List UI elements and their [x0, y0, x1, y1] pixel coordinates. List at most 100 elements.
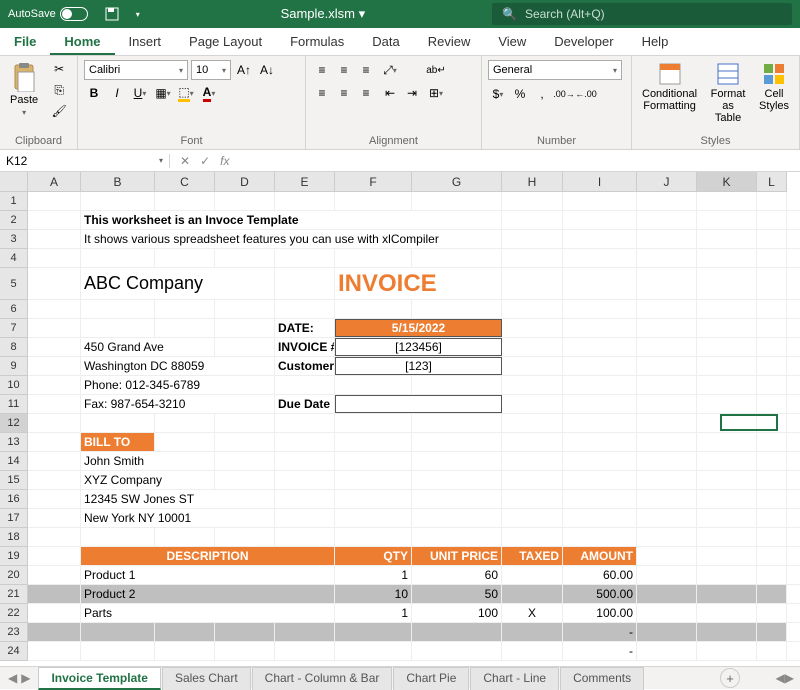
- comma-button[interactable]: ,: [532, 84, 552, 104]
- increase-indent-button[interactable]: ⇥: [402, 83, 422, 103]
- cell-I7[interactable]: [563, 319, 637, 337]
- sheet-tab-2[interactable]: Chart - Column & Bar: [252, 667, 393, 690]
- qat-chevron-icon[interactable]: ▾: [128, 4, 148, 24]
- cell-H17[interactable]: [502, 509, 563, 527]
- align-top-button[interactable]: ≡: [312, 60, 332, 80]
- cell-A14[interactable]: [28, 452, 81, 470]
- row-header-2[interactable]: 2: [0, 211, 28, 230]
- cell-I16[interactable]: [563, 490, 637, 508]
- row-header-12[interactable]: 12: [0, 414, 28, 433]
- cell-J21[interactable]: [637, 585, 697, 603]
- cell-G15[interactable]: [412, 471, 502, 489]
- row-header-17[interactable]: 17: [0, 509, 28, 528]
- decrease-decimal-button[interactable]: ←.00: [576, 84, 596, 104]
- cell-K3[interactable]: [697, 230, 757, 248]
- cell-H10[interactable]: [502, 376, 563, 394]
- cell-E10[interactable]: [275, 376, 335, 394]
- tab-page-layout[interactable]: Page Layout: [175, 28, 276, 55]
- cell-B2[interactable]: This worksheet is an Invoce Template: [81, 211, 502, 229]
- align-center-button[interactable]: ≡: [334, 83, 354, 103]
- cell-L3[interactable]: [757, 230, 787, 248]
- cell-C4[interactable]: [155, 249, 215, 267]
- borders-button[interactable]: ▦▾: [153, 83, 173, 103]
- cell-D6[interactable]: [215, 300, 275, 318]
- cell-B13[interactable]: BILL TO: [81, 433, 155, 451]
- cell-I13[interactable]: [563, 433, 637, 451]
- cell-A10[interactable]: [28, 376, 81, 394]
- cell-B22[interactable]: Parts: [81, 604, 335, 622]
- cell-J19[interactable]: [637, 547, 697, 565]
- row-header-21[interactable]: 21: [0, 585, 28, 604]
- search-input[interactable]: 🔍 Search (Alt+Q): [492, 3, 792, 25]
- col-header-J[interactable]: J: [637, 172, 697, 192]
- cell-L15[interactable]: [757, 471, 787, 489]
- cell-styles-button[interactable]: Cell Styles: [755, 60, 793, 114]
- cell-A5[interactable]: [28, 268, 81, 299]
- align-middle-button[interactable]: ≡: [334, 60, 354, 80]
- cell-F21[interactable]: 10: [335, 585, 412, 603]
- cell-H15[interactable]: [502, 471, 563, 489]
- cell-I11[interactable]: [563, 395, 637, 413]
- cell-K20[interactable]: [697, 566, 757, 584]
- number-format-combo[interactable]: General▾: [488, 60, 622, 80]
- cell-G13[interactable]: [412, 433, 502, 451]
- cell-I24[interactable]: -: [563, 642, 637, 660]
- cell-L23[interactable]: [757, 623, 787, 641]
- cell-A8[interactable]: [28, 338, 81, 356]
- cell-B20[interactable]: Product 1: [81, 566, 335, 584]
- cell-K2[interactable]: [697, 211, 757, 229]
- cell-I10[interactable]: [563, 376, 637, 394]
- cell-J22[interactable]: [637, 604, 697, 622]
- col-header-B[interactable]: B: [81, 172, 155, 192]
- cell-F24[interactable]: [335, 642, 412, 660]
- decrease-font-button[interactable]: A↓: [257, 60, 277, 80]
- cell-L22[interactable]: [757, 604, 787, 622]
- cell-A18[interactable]: [28, 528, 81, 546]
- scroll-left-icon[interactable]: ◀: [776, 671, 785, 685]
- cell-L6[interactable]: [757, 300, 787, 318]
- row-header-18[interactable]: 18: [0, 528, 28, 547]
- cell-J11[interactable]: [637, 395, 697, 413]
- cell-J20[interactable]: [637, 566, 697, 584]
- cell-G20[interactable]: 60: [412, 566, 502, 584]
- cell-B9[interactable]: Washington DC 88059: [81, 357, 275, 375]
- conditional-formatting-button[interactable]: Conditional Formatting: [638, 60, 701, 114]
- cell-B15[interactable]: XYZ Company: [81, 471, 215, 489]
- cell-K16[interactable]: [697, 490, 757, 508]
- cell-J4[interactable]: [637, 249, 697, 267]
- cell-E9[interactable]: Customer ID: [275, 357, 335, 375]
- cell-B1[interactable]: [81, 192, 155, 210]
- cell-I3[interactable]: [563, 230, 637, 248]
- tab-file[interactable]: File: [0, 28, 50, 55]
- format-painter-button[interactable]: 🖌: [49, 102, 69, 120]
- cell-A1[interactable]: [28, 192, 81, 210]
- col-header-A[interactable]: A: [28, 172, 81, 192]
- cell-G23[interactable]: [412, 623, 502, 641]
- cell-E17[interactable]: [275, 509, 335, 527]
- tab-insert[interactable]: Insert: [115, 28, 176, 55]
- row-header-14[interactable]: 14: [0, 452, 28, 471]
- sheet-tab-5[interactable]: Comments: [560, 667, 644, 690]
- cell-B21[interactable]: Product 2: [81, 585, 335, 603]
- cell-I23[interactable]: -: [563, 623, 637, 641]
- cell-A15[interactable]: [28, 471, 81, 489]
- cell-L1[interactable]: [757, 192, 787, 210]
- cell-A24[interactable]: [28, 642, 81, 660]
- cell-H8[interactable]: [502, 338, 563, 356]
- cell-J15[interactable]: [637, 471, 697, 489]
- percent-button[interactable]: %: [510, 84, 530, 104]
- row-header-24[interactable]: 24: [0, 642, 28, 661]
- row-header-5[interactable]: 5: [0, 268, 28, 300]
- paste-button[interactable]: Paste ▾: [6, 60, 42, 119]
- cell-K6[interactable]: [697, 300, 757, 318]
- cell-B7[interactable]: [81, 319, 155, 337]
- cell-D4[interactable]: [215, 249, 275, 267]
- cell-J23[interactable]: [637, 623, 697, 641]
- cell-L7[interactable]: [757, 319, 787, 337]
- align-left-button[interactable]: ≡: [312, 83, 332, 103]
- cell-H3[interactable]: [502, 230, 563, 248]
- cell-E6[interactable]: [275, 300, 335, 318]
- cell-H19[interactable]: TAXED: [502, 547, 563, 565]
- cell-B4[interactable]: [81, 249, 155, 267]
- cell-H14[interactable]: [502, 452, 563, 470]
